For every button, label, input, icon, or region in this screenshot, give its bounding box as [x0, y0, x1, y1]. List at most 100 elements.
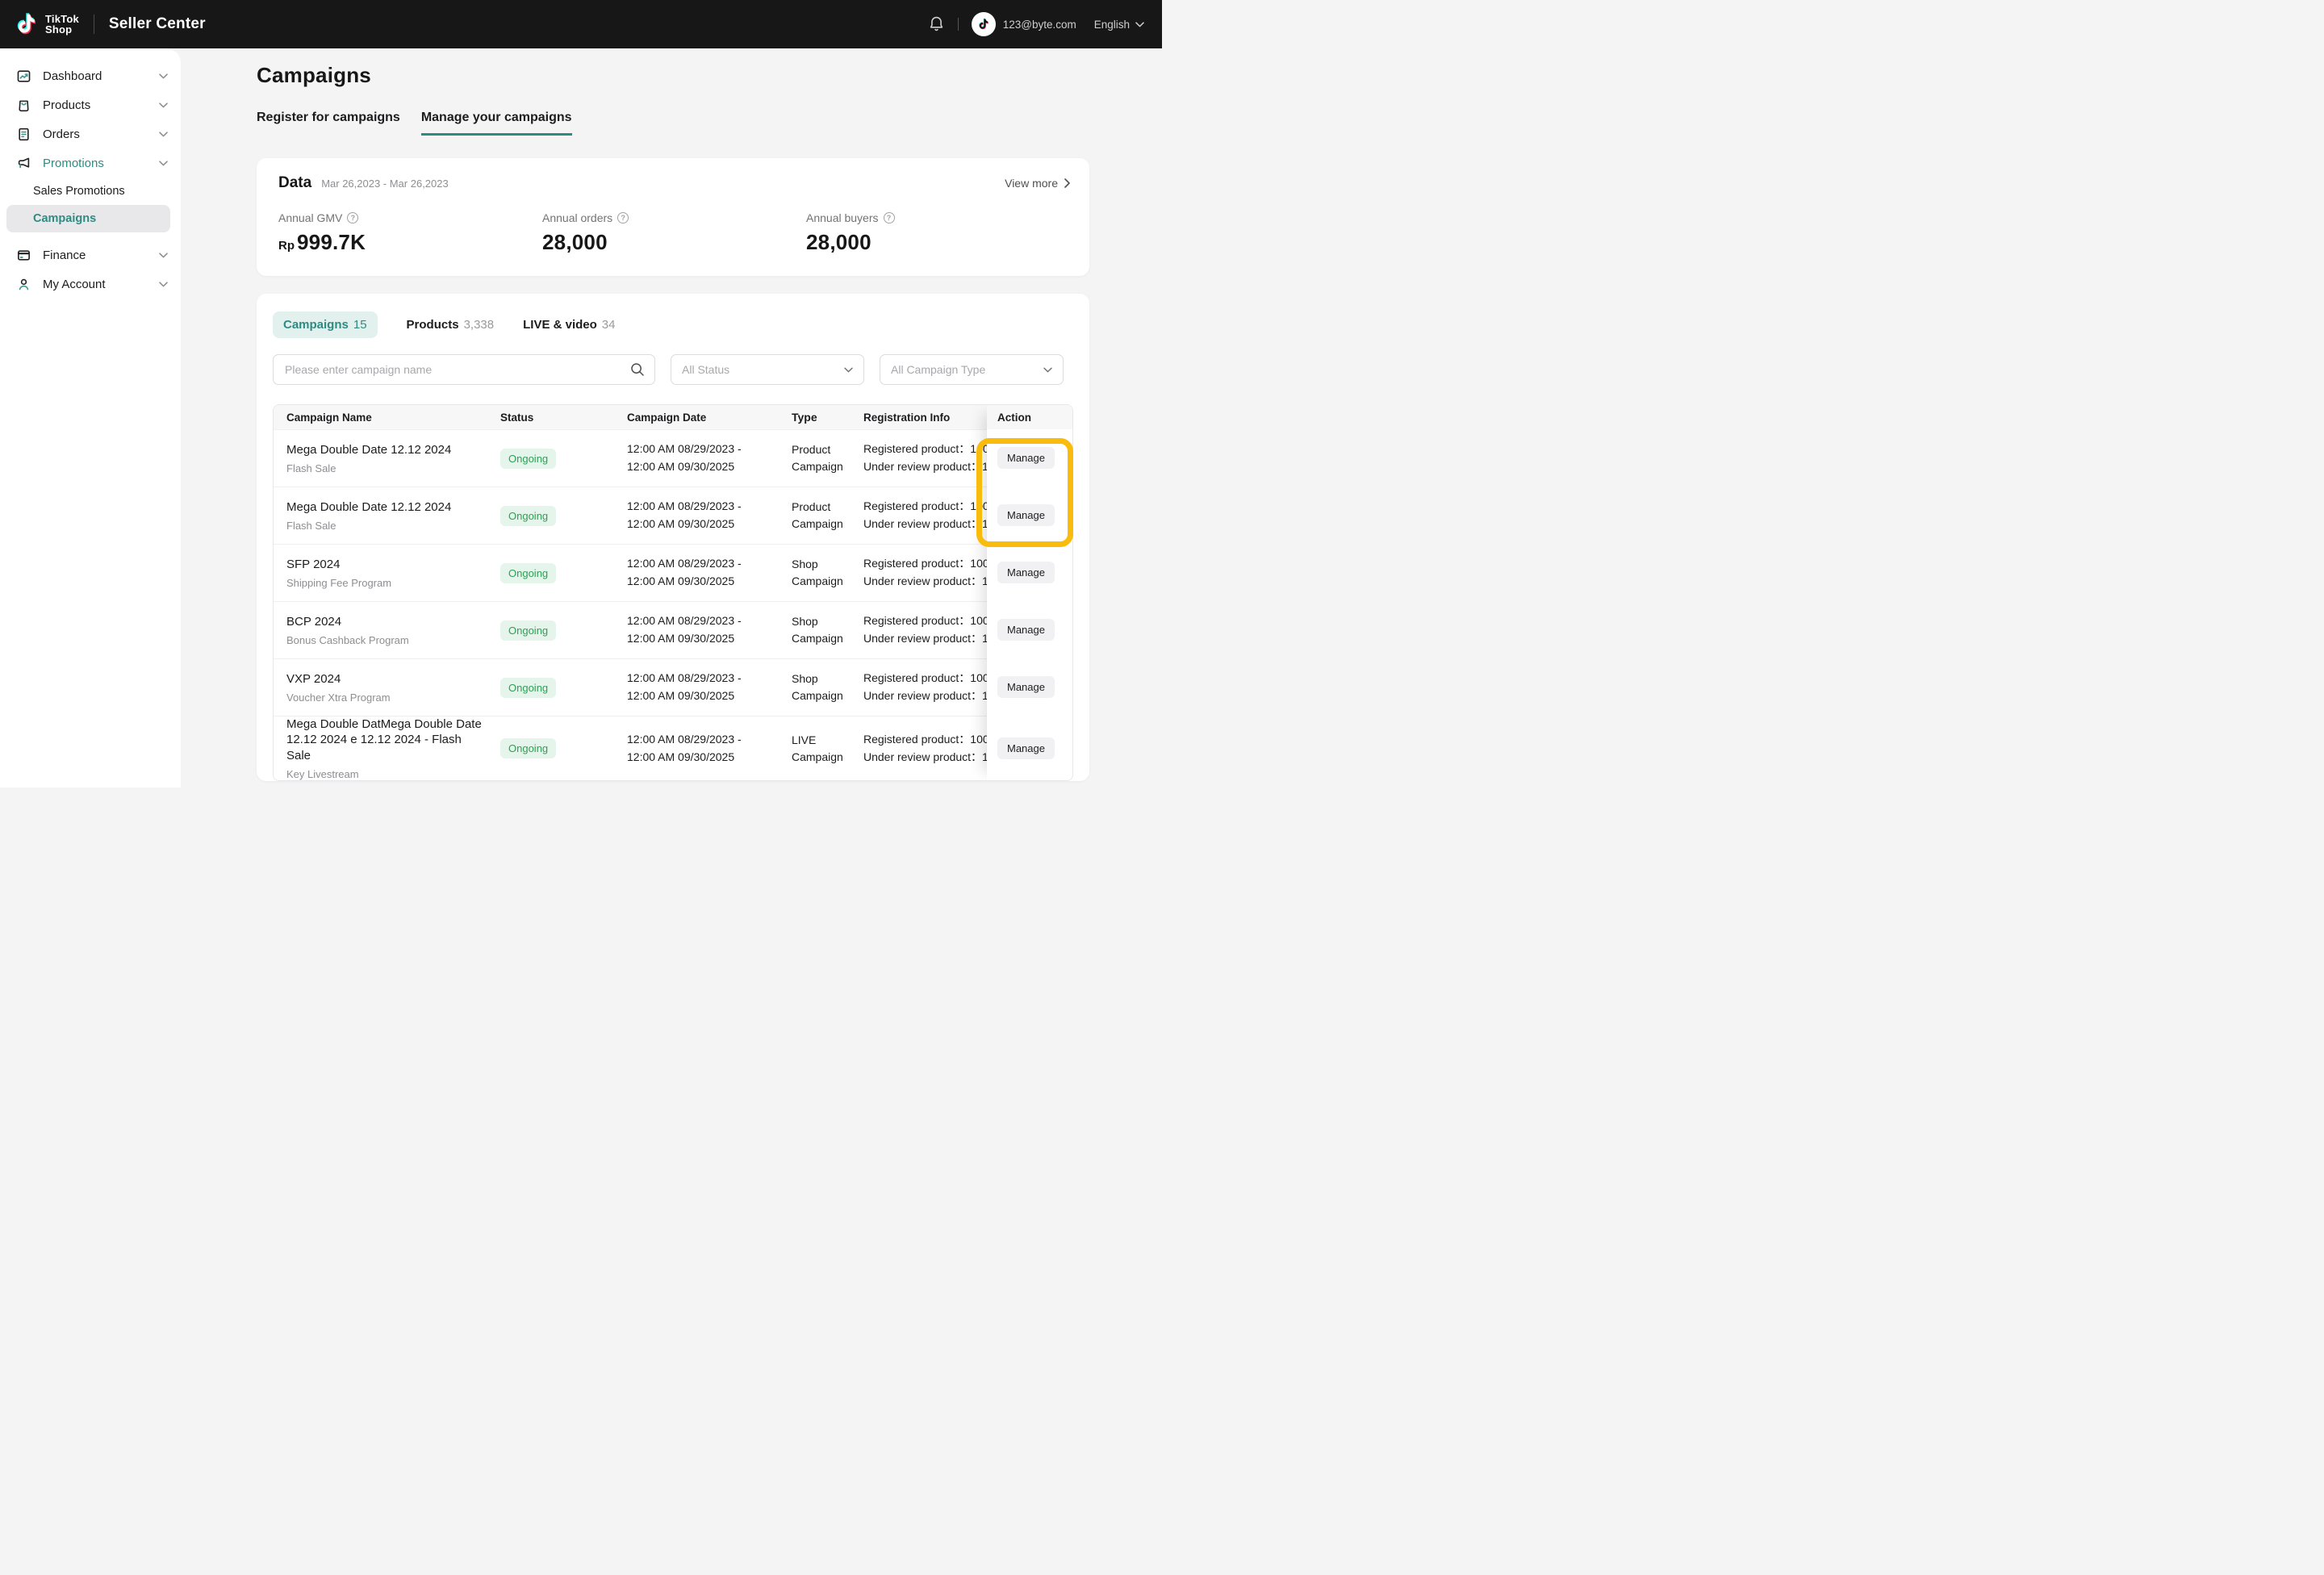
- table-row: BCP 2024 Bonus Cashback Program Ongoing …: [274, 601, 1072, 658]
- campaign-date-start: 12:00 AM 08/29/2023 -: [627, 498, 792, 516]
- manage-button[interactable]: Manage: [997, 562, 1055, 583]
- column-header-action: Action: [987, 405, 1072, 429]
- sidebar-item-products[interactable]: Products: [0, 90, 181, 119]
- sidebar-item-campaigns[interactable]: Campaigns: [6, 205, 170, 232]
- campaign-name: VXP 2024: [286, 671, 489, 687]
- currency-prefix: Rp: [278, 239, 295, 253]
- sidebar-item-finance[interactable]: Finance: [0, 240, 181, 269]
- data-date-range: Mar 26,2023 - Mar 26,2023: [321, 178, 449, 190]
- status-badge: Ongoing: [500, 738, 556, 758]
- campaign-search-input[interactable]: [273, 354, 655, 385]
- campaign-subtitle: Key Livestream: [286, 768, 489, 780]
- chevron-down-icon: [159, 282, 168, 287]
- table-header: Campaign Name Status Campaign Date Type …: [274, 405, 1072, 429]
- main-content: Campaigns Register for campaigns Manage …: [181, 48, 1162, 788]
- page-title: Campaigns: [257, 63, 1162, 88]
- status-badge: Ongoing: [500, 620, 556, 641]
- campaign-subtitle: Voucher Xtra Program: [286, 691, 489, 704]
- column-header-status: Status: [500, 412, 627, 424]
- promotions-icon: [16, 156, 31, 171]
- metric-annual-buyers: Annual buyers 28,000: [806, 211, 1070, 255]
- language-label: English: [1094, 19, 1130, 31]
- chevron-down-icon: [159, 102, 168, 108]
- manage-button[interactable]: Manage: [997, 676, 1055, 698]
- top-header: TikTok Shop Seller Center 123@byte.com E…: [0, 0, 1162, 48]
- column-header-campaign-date: Campaign Date: [627, 412, 792, 424]
- dashboard-icon: [16, 69, 31, 84]
- table-row: Mega Double DatMega Double Date 12.12 20…: [274, 716, 1072, 780]
- view-more-link[interactable]: View more: [1005, 177, 1070, 190]
- sidebar-item-label: Campaigns: [33, 212, 96, 225]
- tab-products[interactable]: Products 3,338: [407, 318, 495, 332]
- campaign-subtitle: Flash Sale: [286, 462, 489, 474]
- status-filter-value: All Status: [682, 363, 729, 376]
- tab-campaigns[interactable]: Campaigns 15: [273, 311, 378, 338]
- manage-button[interactable]: Manage: [997, 737, 1055, 759]
- campaign-date-start: 12:00 AM 08/29/2023 -: [627, 612, 792, 630]
- sidebar: Dashboard Products Orders Promot: [0, 48, 181, 788]
- campaign-name: Mega Double Date 12.12 2024: [286, 499, 489, 516]
- chevron-down-icon: [159, 253, 168, 258]
- help-icon[interactable]: [884, 212, 895, 224]
- view-more-label: View more: [1005, 177, 1058, 190]
- metric-value: 999.7K: [297, 230, 366, 255]
- manage-button[interactable]: Manage: [997, 619, 1055, 641]
- sidebar-item-label: Orders: [43, 127, 80, 141]
- tab-live-video[interactable]: LIVE & video 34: [523, 318, 615, 332]
- campaign-type-filter-value: All Campaign Type: [891, 363, 985, 376]
- filter-bar: All Status All Campaign Type: [273, 354, 1073, 385]
- help-icon[interactable]: [347, 212, 358, 224]
- campaign-date-end: 12:00 AM 09/30/2025: [627, 458, 792, 476]
- campaign-type-filter-select[interactable]: All Campaign Type: [880, 354, 1064, 385]
- data-summary-card: Data Mar 26,2023 - Mar 26,2023 View more…: [257, 158, 1089, 276]
- tab-register-for-campaigns[interactable]: Register for campaigns: [257, 111, 400, 136]
- chevron-down-icon: [1135, 22, 1144, 27]
- manage-button[interactable]: Manage: [997, 447, 1055, 469]
- table-row: Mega Double Date 12.12 2024 Flash Sale O…: [274, 487, 1072, 544]
- tab-count: 34: [602, 318, 616, 332]
- chevron-down-icon: [159, 73, 168, 79]
- orders-icon: [16, 127, 31, 142]
- tab-label: Products: [407, 318, 459, 332]
- tab-manage-your-campaigns[interactable]: Manage your campaigns: [421, 111, 572, 136]
- notifications-bell-icon[interactable]: [928, 15, 945, 33]
- metric-value: 28,000: [542, 230, 608, 255]
- search-icon[interactable]: [630, 362, 645, 377]
- sidebar-item-sales-promotions[interactable]: Sales Promotions: [6, 178, 170, 205]
- column-header-type: Type: [792, 409, 863, 426]
- campaign-date-end: 12:00 AM 09/30/2025: [627, 630, 792, 648]
- table-row: VXP 2024 Voucher Xtra Program Ongoing 12…: [274, 658, 1072, 716]
- campaign-name: Mega Double DatMega Double Date 12.12 20…: [286, 716, 489, 764]
- sidebar-item-dashboard[interactable]: Dashboard: [0, 61, 181, 90]
- sidebar-item-label: Sales Promotions: [33, 185, 125, 198]
- avatar: [972, 12, 996, 36]
- manage-button[interactable]: Manage: [997, 504, 1055, 526]
- language-selector[interactable]: English: [1094, 19, 1144, 31]
- campaign-type: Product Campaign: [792, 441, 863, 475]
- table-row: Mega Double Date 12.12 2024 Flash Sale O…: [274, 429, 1072, 487]
- account-email: 123@byte.com: [1003, 19, 1076, 31]
- campaign-subtitle: Flash Sale: [286, 520, 489, 532]
- table-row: SFP 2024 Shipping Fee Program Ongoing 12…: [274, 544, 1072, 601]
- campaign-date-start: 12:00 AM 08/29/2023 -: [627, 555, 792, 573]
- tab-label: LIVE & video: [523, 318, 597, 332]
- metric-value: 28,000: [806, 230, 872, 255]
- sidebar-item-orders[interactable]: Orders: [0, 119, 181, 148]
- sidebar-item-label: My Account: [43, 278, 106, 291]
- chevron-down-icon: [159, 132, 168, 137]
- sidebar-item-promotions[interactable]: Promotions: [0, 148, 181, 178]
- campaign-date-start: 12:00 AM 08/29/2023 -: [627, 670, 792, 687]
- status-filter-select[interactable]: All Status: [671, 354, 864, 385]
- campaign-date-end: 12:00 AM 09/30/2025: [627, 573, 792, 591]
- brand-name: TikTok Shop: [45, 14, 79, 36]
- status-badge: Ongoing: [500, 449, 556, 469]
- help-icon[interactable]: [617, 212, 629, 224]
- campaign-type: Shop Campaign: [792, 671, 863, 704]
- account-menu[interactable]: 123@byte.com: [972, 12, 1076, 36]
- sidebar-item-label: Promotions: [43, 157, 104, 170]
- metric-label: Annual GMV: [278, 211, 342, 224]
- campaign-subtitle: Shipping Fee Program: [286, 577, 489, 589]
- chevron-down-icon: [1043, 367, 1052, 373]
- metric-annual-gmv: Annual GMV Rp 999.7K: [278, 211, 542, 255]
- sidebar-item-my-account[interactable]: My Account: [0, 269, 181, 299]
